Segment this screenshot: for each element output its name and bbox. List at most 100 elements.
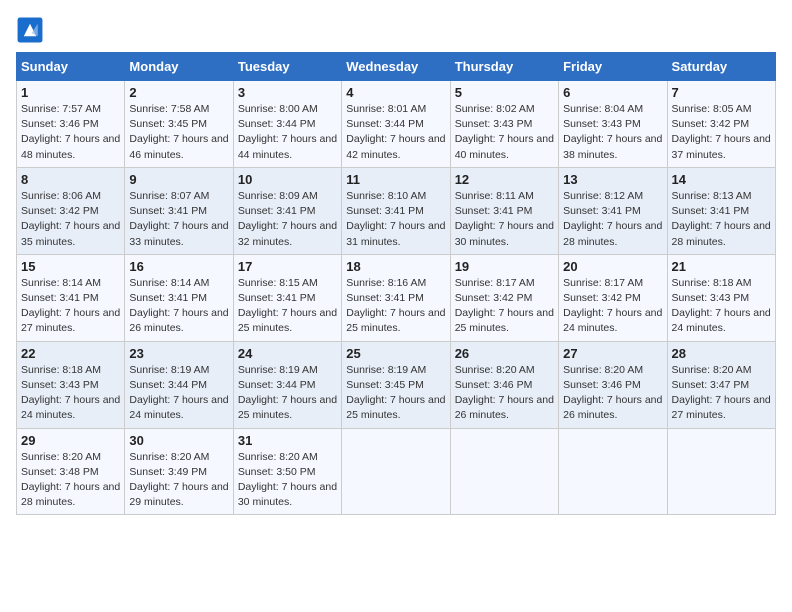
day-cell: 3 Sunrise: 8:00 AMSunset: 3:44 PMDaylight… bbox=[233, 81, 341, 168]
day-cell bbox=[559, 428, 667, 515]
day-cell bbox=[450, 428, 558, 515]
day-number: 26 bbox=[455, 346, 554, 361]
day-detail: Sunrise: 8:17 AMSunset: 3:42 PMDaylight:… bbox=[563, 276, 662, 337]
day-number: 21 bbox=[672, 259, 771, 274]
day-cell: 16 Sunrise: 8:14 AMSunset: 3:41 PMDayligh… bbox=[125, 254, 233, 341]
day-cell: 15 Sunrise: 8:14 AMSunset: 3:41 PMDayligh… bbox=[17, 254, 125, 341]
logo bbox=[16, 16, 48, 44]
day-cell: 25 Sunrise: 8:19 AMSunset: 3:45 PMDayligh… bbox=[342, 341, 450, 428]
day-detail: Sunrise: 8:16 AMSunset: 3:41 PMDaylight:… bbox=[346, 276, 445, 337]
day-number: 8 bbox=[21, 172, 120, 187]
calendar-header: SundayMondayTuesdayWednesdayThursdayFrid… bbox=[17, 53, 776, 81]
day-cell: 30Sunrise: 8:20 AMSunset: 3:49 PMDayligh… bbox=[125, 428, 233, 515]
day-cell: 6Sunrise: 8:04 AMSunset: 3:43 PMDaylight… bbox=[559, 81, 667, 168]
day-number: 17 bbox=[238, 259, 337, 274]
day-number: 2 bbox=[129, 85, 228, 100]
day-detail: Sunrise: 8:20 AMSunset: 3:49 PMDaylight:… bbox=[129, 450, 228, 511]
day-number: 12 bbox=[455, 172, 554, 187]
day-cell: 20Sunrise: 8:17 AMSunset: 3:42 PMDayligh… bbox=[559, 254, 667, 341]
day-cell: 7 Sunrise: 8:05 AMSunset: 3:42 PMDaylight… bbox=[667, 81, 775, 168]
day-detail: Sunrise: 8:04 AMSunset: 3:43 PMDaylight:… bbox=[563, 102, 662, 163]
day-detail: Sunrise: 7:58 AMSunset: 3:45 PMDaylight:… bbox=[129, 102, 228, 163]
day-detail: Sunrise: 8:19 AMSunset: 3:45 PMDaylight:… bbox=[346, 363, 445, 424]
day-number: 4 bbox=[346, 85, 445, 100]
header-saturday: Saturday bbox=[667, 53, 775, 81]
header-monday: Monday bbox=[125, 53, 233, 81]
day-detail: Sunrise: 8:01 AMSunset: 3:44 PMDaylight:… bbox=[346, 102, 445, 163]
calendar-table: SundayMondayTuesdayWednesdayThursdayFrid… bbox=[16, 52, 776, 515]
day-number: 22 bbox=[21, 346, 120, 361]
header-tuesday: Tuesday bbox=[233, 53, 341, 81]
day-number: 19 bbox=[455, 259, 554, 274]
day-cell: 18 Sunrise: 8:16 AMSunset: 3:41 PMDayligh… bbox=[342, 254, 450, 341]
day-detail: Sunrise: 8:05 AMSunset: 3:42 PMDaylight:… bbox=[672, 102, 771, 163]
day-number: 3 bbox=[238, 85, 337, 100]
day-cell: 1 Sunrise: 7:57 AMSunset: 3:46 PMDaylight… bbox=[17, 81, 125, 168]
day-cell: 2 Sunrise: 7:58 AMSunset: 3:45 PMDaylight… bbox=[125, 81, 233, 168]
day-detail: Sunrise: 8:15 AMSunset: 3:41 PMDaylight:… bbox=[238, 276, 337, 337]
day-number: 27 bbox=[563, 346, 662, 361]
day-cell: 8 Sunrise: 8:06 AMSunset: 3:42 PMDaylight… bbox=[17, 167, 125, 254]
header bbox=[16, 16, 776, 44]
day-detail: Sunrise: 8:14 AMSunset: 3:41 PMDaylight:… bbox=[21, 276, 120, 337]
day-cell: 26Sunrise: 8:20 AMSunset: 3:46 PMDayligh… bbox=[450, 341, 558, 428]
day-number: 7 bbox=[672, 85, 771, 100]
day-cell: 11 Sunrise: 8:10 AMSunset: 3:41 PMDayligh… bbox=[342, 167, 450, 254]
day-cell: 24Sunrise: 8:19 AMSunset: 3:44 PMDayligh… bbox=[233, 341, 341, 428]
week-row-4: 22 Sunrise: 8:18 AMSunset: 3:43 PMDayligh… bbox=[17, 341, 776, 428]
day-detail: Sunrise: 8:09 AMSunset: 3:41 PMDaylight:… bbox=[238, 189, 337, 250]
day-detail: Sunrise: 8:20 AMSunset: 3:48 PMDaylight:… bbox=[21, 450, 120, 511]
calendar-body: 1 Sunrise: 7:57 AMSunset: 3:46 PMDaylight… bbox=[17, 81, 776, 515]
day-detail: Sunrise: 8:13 AMSunset: 3:41 PMDaylight:… bbox=[672, 189, 771, 250]
day-detail: Sunrise: 8:12 AMSunset: 3:41 PMDaylight:… bbox=[563, 189, 662, 250]
day-cell bbox=[342, 428, 450, 515]
day-number: 29 bbox=[21, 433, 120, 448]
day-cell: 12 Sunrise: 8:11 AMSunset: 3:41 PMDayligh… bbox=[450, 167, 558, 254]
day-number: 15 bbox=[21, 259, 120, 274]
day-cell: 27 Sunrise: 8:20 AMSunset: 3:46 PMDayligh… bbox=[559, 341, 667, 428]
day-detail: Sunrise: 8:14 AMSunset: 3:41 PMDaylight:… bbox=[129, 276, 228, 337]
day-detail: Sunrise: 8:10 AMSunset: 3:41 PMDaylight:… bbox=[346, 189, 445, 250]
day-detail: Sunrise: 8:18 AMSunset: 3:43 PMDaylight:… bbox=[21, 363, 120, 424]
day-detail: Sunrise: 8:17 AMSunset: 3:42 PMDaylight:… bbox=[455, 276, 554, 337]
day-detail: Sunrise: 8:19 AMSunset: 3:44 PMDaylight:… bbox=[238, 363, 337, 424]
day-cell: 21 Sunrise: 8:18 AMSunset: 3:43 PMDayligh… bbox=[667, 254, 775, 341]
day-detail: Sunrise: 8:02 AMSunset: 3:43 PMDaylight:… bbox=[455, 102, 554, 163]
header-sunday: Sunday bbox=[17, 53, 125, 81]
day-detail: Sunrise: 8:18 AMSunset: 3:43 PMDaylight:… bbox=[672, 276, 771, 337]
day-detail: Sunrise: 8:07 AMSunset: 3:41 PMDaylight:… bbox=[129, 189, 228, 250]
header-wednesday: Wednesday bbox=[342, 53, 450, 81]
day-number: 28 bbox=[672, 346, 771, 361]
day-cell: 17 Sunrise: 8:15 AMSunset: 3:41 PMDayligh… bbox=[233, 254, 341, 341]
day-detail: Sunrise: 8:20 AMSunset: 3:50 PMDaylight:… bbox=[238, 450, 337, 511]
day-cell: 28 Sunrise: 8:20 AMSunset: 3:47 PMDayligh… bbox=[667, 341, 775, 428]
week-row-2: 8 Sunrise: 8:06 AMSunset: 3:42 PMDaylight… bbox=[17, 167, 776, 254]
day-number: 1 bbox=[21, 85, 120, 100]
day-number: 11 bbox=[346, 172, 445, 187]
day-number: 16 bbox=[129, 259, 228, 274]
day-number: 25 bbox=[346, 346, 445, 361]
day-detail: Sunrise: 8:11 AMSunset: 3:41 PMDaylight:… bbox=[455, 189, 554, 250]
day-cell: 31 Sunrise: 8:20 AMSunset: 3:50 PMDayligh… bbox=[233, 428, 341, 515]
day-cell: 29 Sunrise: 8:20 AMSunset: 3:48 PMDayligh… bbox=[17, 428, 125, 515]
day-detail: Sunrise: 8:20 AMSunset: 3:46 PMDaylight:… bbox=[563, 363, 662, 424]
week-row-5: 29 Sunrise: 8:20 AMSunset: 3:48 PMDayligh… bbox=[17, 428, 776, 515]
day-number: 18 bbox=[346, 259, 445, 274]
day-cell: 5Sunrise: 8:02 AMSunset: 3:43 PMDaylight… bbox=[450, 81, 558, 168]
day-cell: 23Sunrise: 8:19 AMSunset: 3:44 PMDayligh… bbox=[125, 341, 233, 428]
day-cell: 4 Sunrise: 8:01 AMSunset: 3:44 PMDaylight… bbox=[342, 81, 450, 168]
day-detail: Sunrise: 8:20 AMSunset: 3:47 PMDaylight:… bbox=[672, 363, 771, 424]
day-detail: Sunrise: 7:57 AMSunset: 3:46 PMDaylight:… bbox=[21, 102, 120, 163]
week-row-1: 1 Sunrise: 7:57 AMSunset: 3:46 PMDaylight… bbox=[17, 81, 776, 168]
day-cell: 14Sunrise: 8:13 AMSunset: 3:41 PMDayligh… bbox=[667, 167, 775, 254]
week-row-3: 15 Sunrise: 8:14 AMSunset: 3:41 PMDayligh… bbox=[17, 254, 776, 341]
header-thursday: Thursday bbox=[450, 53, 558, 81]
day-number: 13 bbox=[563, 172, 662, 187]
day-number: 10 bbox=[238, 172, 337, 187]
day-detail: Sunrise: 8:06 AMSunset: 3:42 PMDaylight:… bbox=[21, 189, 120, 250]
header-friday: Friday bbox=[559, 53, 667, 81]
day-detail: Sunrise: 8:19 AMSunset: 3:44 PMDaylight:… bbox=[129, 363, 228, 424]
day-number: 31 bbox=[238, 433, 337, 448]
day-detail: Sunrise: 8:00 AMSunset: 3:44 PMDaylight:… bbox=[238, 102, 337, 163]
day-number: 9 bbox=[129, 172, 228, 187]
